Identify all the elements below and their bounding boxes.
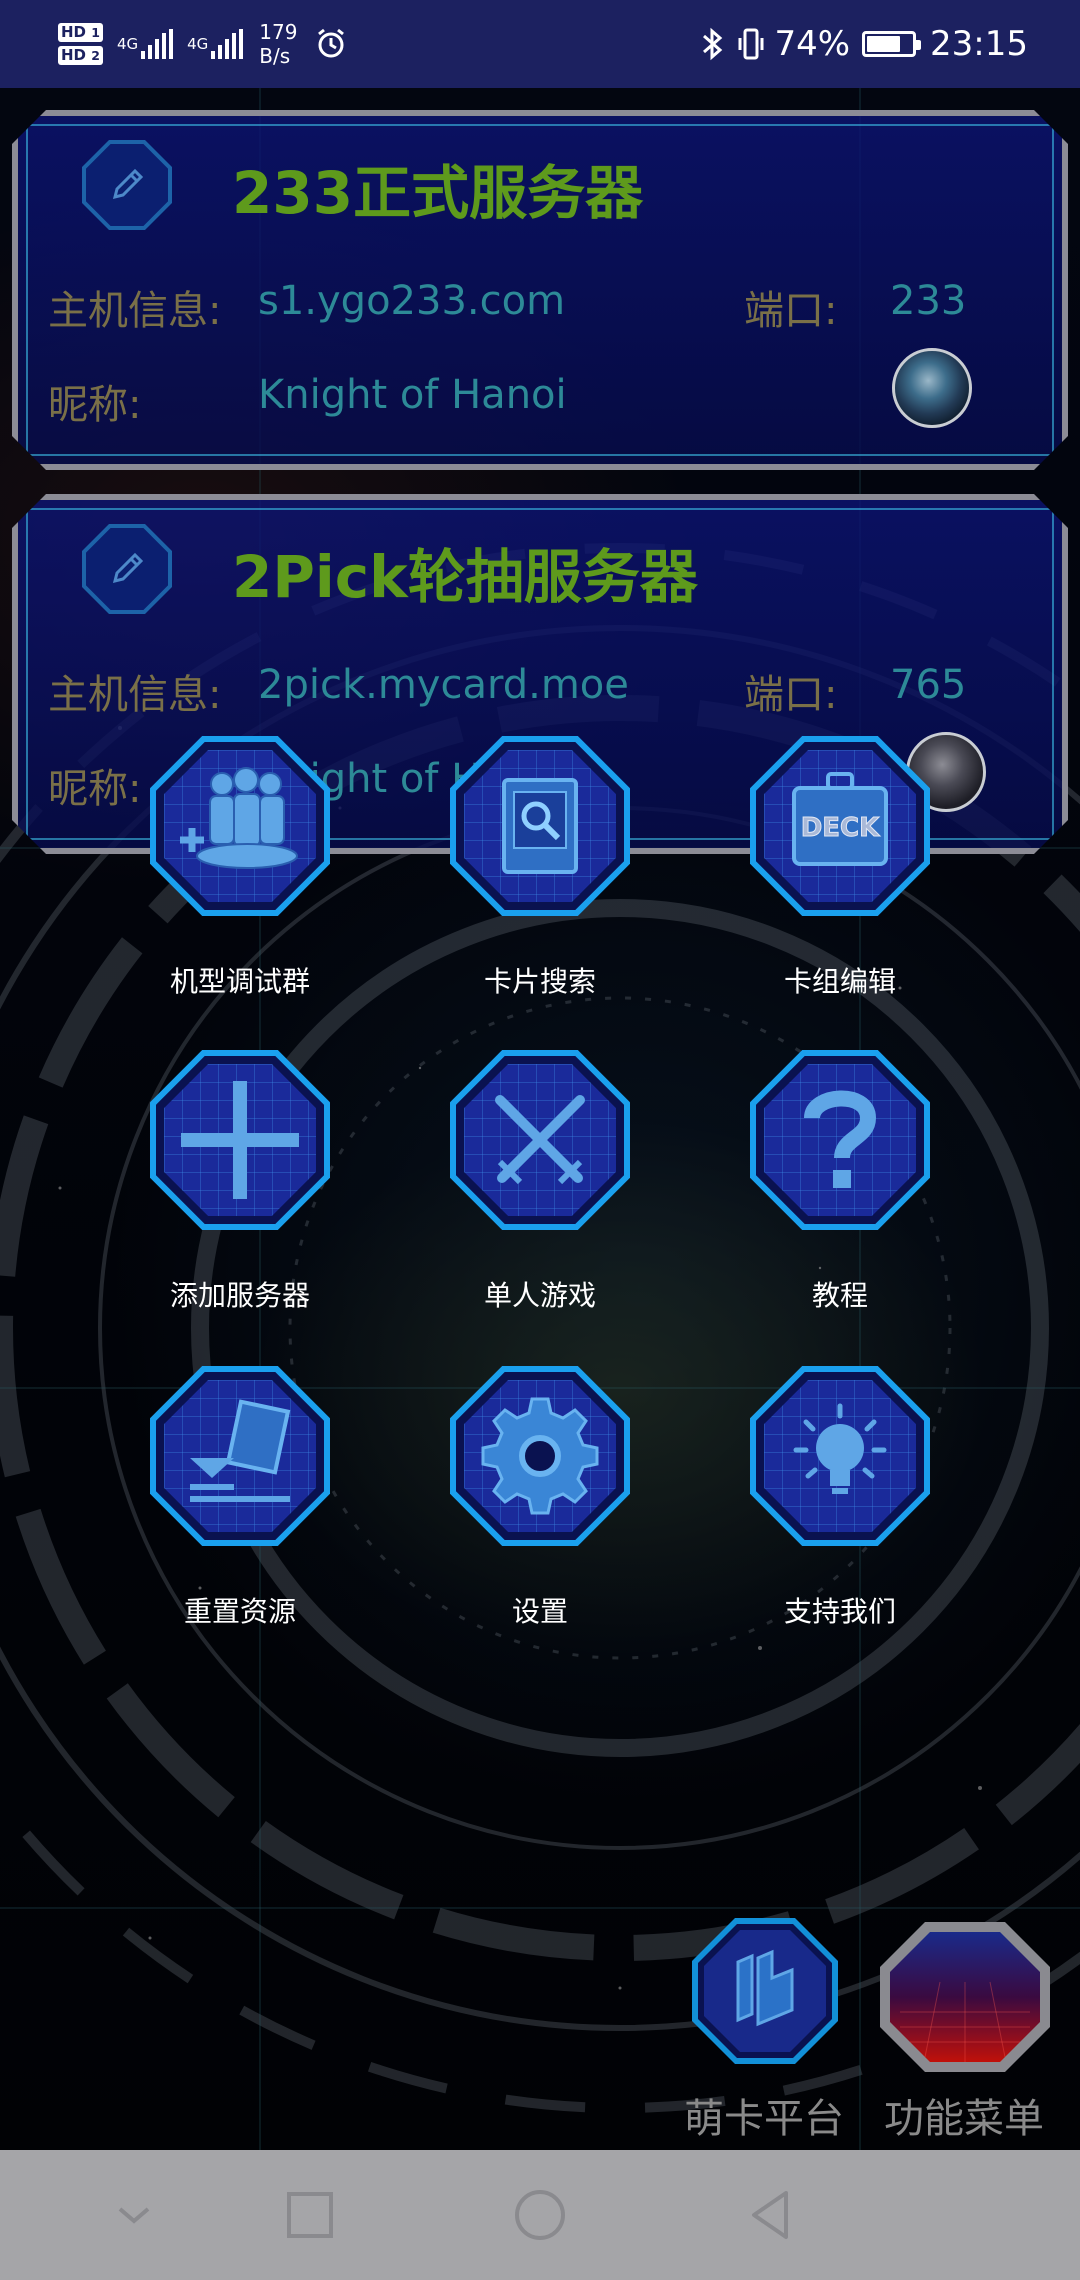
menu-icon-frame bbox=[750, 1366, 930, 1546]
menu-icon-frame bbox=[450, 1050, 630, 1230]
menu-label: 卡片搜索 bbox=[483, 965, 596, 998]
menu-icon-frame bbox=[150, 736, 330, 916]
function-menu-button[interactable] bbox=[880, 1922, 1050, 2072]
reset-resource-icon bbox=[190, 1399, 291, 1502]
deck-icon: DECK bbox=[792, 772, 888, 866]
nickname-value: Knight of Hanoi bbox=[258, 372, 567, 418]
port-value: 233 bbox=[890, 278, 967, 324]
pencil-icon bbox=[112, 168, 144, 200]
bluetooth-icon bbox=[703, 27, 723, 61]
menu-item-device-debug-group[interactable]: 机型调试群 bbox=[90, 736, 350, 1036]
status-bar: HD 1 HD 2 4G 4G 179 B/s 74% 23:15 bbox=[0, 0, 1080, 88]
menu-icon-frame bbox=[450, 1366, 630, 1546]
host-label: 主机信息: bbox=[48, 288, 222, 334]
hd-voice-1-icon: HD 1 bbox=[58, 23, 103, 42]
menu-icon-frame bbox=[750, 1050, 930, 1230]
function-menu-label: 功能菜单 bbox=[884, 2096, 1044, 2142]
hd-indicators: HD 1 HD 2 bbox=[58, 19, 103, 69]
network-speed: 179 B/s bbox=[259, 20, 298, 68]
group-add-icon bbox=[180, 767, 298, 869]
function-menu-icon bbox=[880, 1922, 1050, 2072]
system-navigation-bar bbox=[0, 2150, 1080, 2280]
menu-icon-frame bbox=[150, 1366, 330, 1546]
menu-item-reset-resources[interactable]: 重置资源 bbox=[90, 1366, 350, 1666]
gear-icon bbox=[481, 1397, 599, 1515]
pencil-icon bbox=[112, 552, 144, 584]
clock: 23:15 bbox=[930, 24, 1028, 64]
battery-percent: 74% bbox=[774, 24, 851, 64]
edit-server-button[interactable] bbox=[82, 140, 172, 230]
host-value: 2pick.mycard.moe bbox=[258, 662, 629, 708]
menu-label: 卡组编辑 bbox=[783, 965, 896, 998]
server-title: 233正式服务器 bbox=[232, 159, 644, 227]
menu-label: 重置资源 bbox=[183, 1595, 296, 1628]
mycard-platform-button[interactable] bbox=[692, 1918, 838, 2064]
edit-server-button[interactable] bbox=[82, 524, 172, 614]
menu-label: 教程 bbox=[811, 1279, 868, 1312]
plus-icon bbox=[181, 1081, 299, 1199]
menu-label: 支持我们 bbox=[783, 1595, 896, 1628]
menu-item-deck-edit[interactable]: DECK 卡组编辑 bbox=[690, 736, 950, 1036]
host-label: 主机信息: bbox=[48, 672, 222, 718]
menu-icon-frame bbox=[450, 736, 630, 916]
avatar[interactable] bbox=[892, 348, 972, 428]
menu-item-settings[interactable]: 设置 bbox=[390, 1366, 650, 1666]
card-search-icon bbox=[502, 778, 578, 874]
menu-label: 设置 bbox=[511, 1595, 568, 1628]
menu-label: 添加服务器 bbox=[169, 1279, 310, 1312]
hd-voice-2-icon: HD 2 bbox=[58, 46, 103, 65]
port-value: 765 bbox=[890, 662, 967, 708]
server-title: 2Pick轮抽服务器 bbox=[232, 543, 698, 611]
menu-item-support-us[interactable]: 支持我们 bbox=[690, 1366, 950, 1666]
menu-label: 机型调试群 bbox=[169, 965, 310, 998]
port-label: 端口: bbox=[744, 288, 838, 334]
nav-recent-icon[interactable] bbox=[280, 2185, 340, 2245]
port-label: 端口: bbox=[744, 672, 838, 718]
menu-icon-frame bbox=[150, 1050, 330, 1230]
host-value: s1.ygo233.com bbox=[258, 278, 566, 324]
signal-1-icon: 4G bbox=[117, 29, 174, 59]
mycard-platform-label: 萌卡平台 bbox=[684, 2096, 844, 2142]
menu-item-card-search[interactable]: 卡片搜索 bbox=[390, 736, 650, 1036]
menu-icon-frame: DECK bbox=[750, 736, 930, 916]
signal-2-icon: 4G bbox=[187, 29, 244, 59]
svg-text:DECK: DECK bbox=[801, 813, 880, 843]
server-card-233[interactable]: 233正式服务器 主机信息: s1.ygo233.com 端口: 233 昵称:… bbox=[12, 110, 1068, 470]
question-icon bbox=[804, 1090, 877, 1188]
alarm-icon bbox=[318, 28, 345, 58]
crossed-swords-icon bbox=[495, 1095, 585, 1185]
vibrate-icon bbox=[738, 28, 764, 60]
menu-item-add-server[interactable]: 添加服务器 bbox=[90, 1050, 350, 1350]
lightbulb-icon bbox=[793, 1403, 887, 1494]
menu-label: 单人游戏 bbox=[483, 1279, 596, 1312]
nickname-label: 昵称: bbox=[48, 382, 142, 428]
nav-down-icon[interactable] bbox=[104, 2185, 164, 2245]
battery-icon bbox=[862, 31, 922, 57]
nav-back-icon[interactable] bbox=[740, 2185, 800, 2245]
nav-home-icon[interactable] bbox=[510, 2185, 570, 2245]
menu-item-single-player[interactable]: 单人游戏 bbox=[390, 1050, 650, 1350]
menu-item-tutorial[interactable]: 教程 bbox=[690, 1050, 950, 1350]
mycard-platform-icon bbox=[692, 1918, 838, 2064]
